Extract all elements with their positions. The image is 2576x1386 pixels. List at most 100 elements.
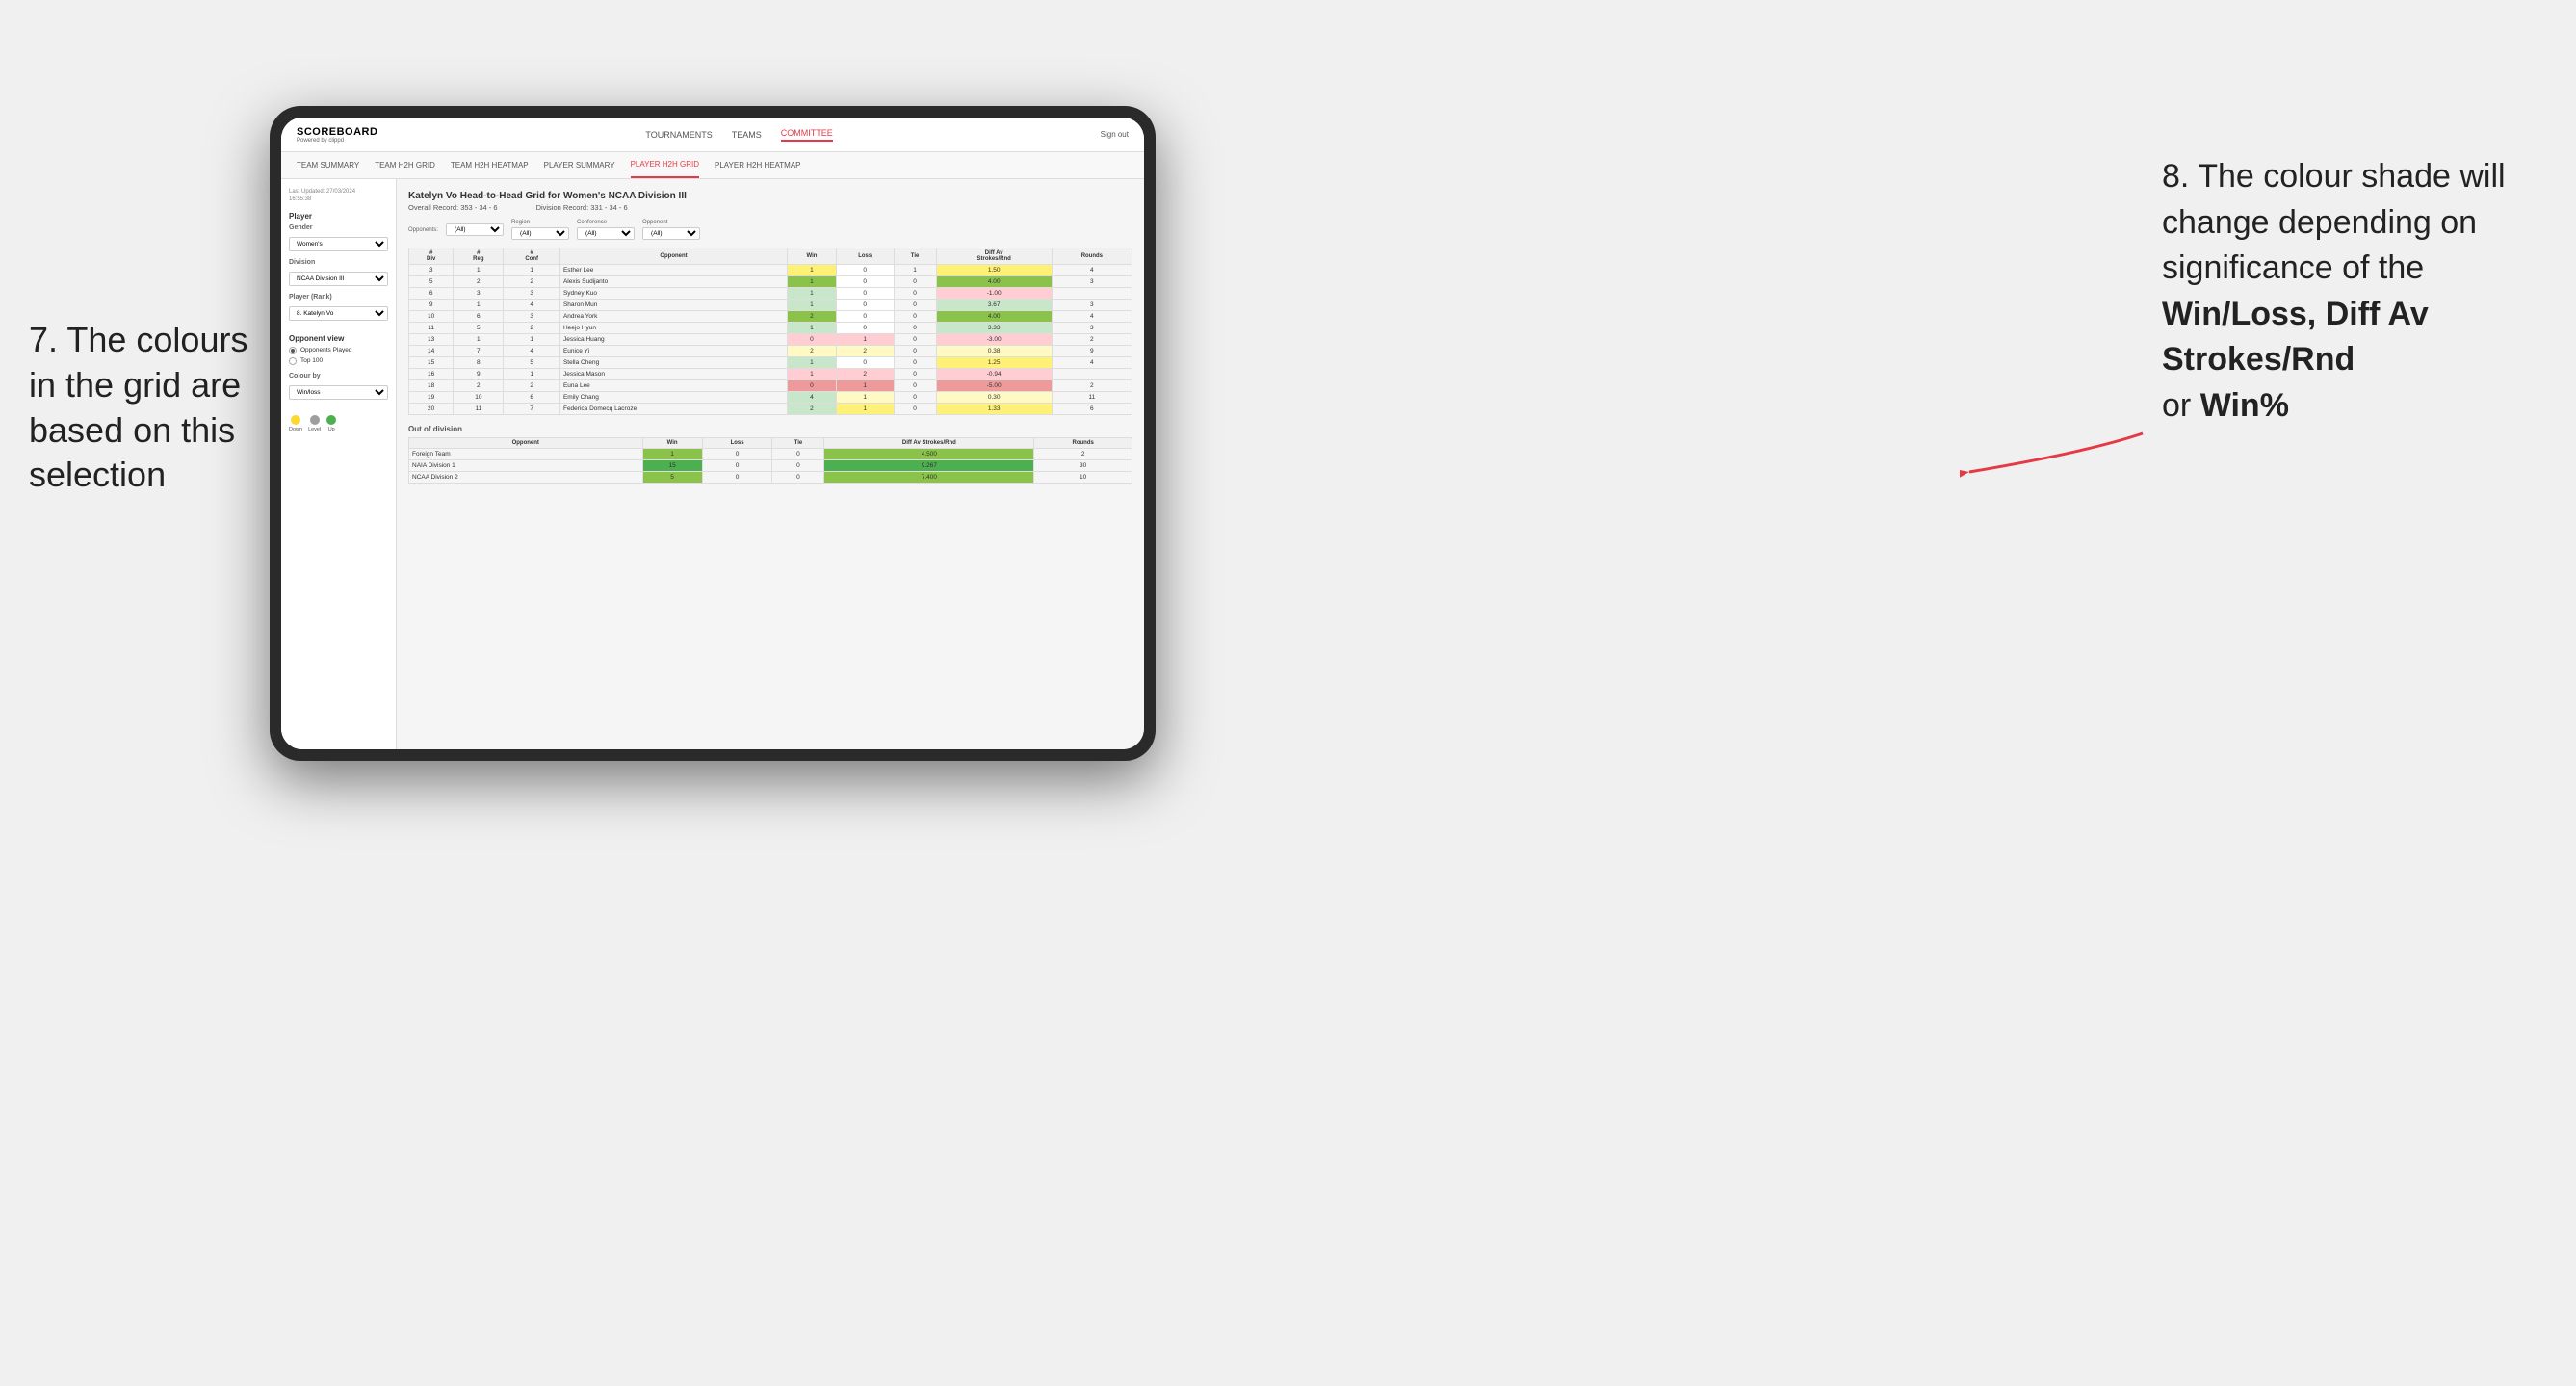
conference-filter-label: Conference xyxy=(577,220,635,225)
ood-col-tie: Tie xyxy=(772,438,824,449)
radio-top100[interactable]: Top 100 xyxy=(289,357,388,365)
player-rank-label: Player (Rank) xyxy=(289,294,388,301)
table-row: 10 6 3 Andrea York 2 0 0 4.00 4 xyxy=(409,311,1132,323)
table-row: 6 3 3 Sydney Kuo 1 0 0 -1.00 xyxy=(409,288,1132,300)
region-filter-group: Region (All) xyxy=(511,220,569,240)
sub-nav-team-h2h-grid[interactable]: TEAM H2H GRID xyxy=(375,152,435,178)
legend-down: Down xyxy=(289,415,302,432)
logo-text: SCOREBOARD xyxy=(297,126,377,138)
nav-teams[interactable]: TEAMS xyxy=(732,130,762,140)
region-filter-select[interactable]: (All) xyxy=(511,227,569,240)
out-of-division-title: Out of division xyxy=(408,425,1132,433)
region-filter-label: Region xyxy=(511,220,569,225)
table-row: 11 5 2 Heejo Hyun 1 0 0 3.33 3 xyxy=(409,323,1132,334)
annotation-right: 8. The colour shade will change dependin… xyxy=(2162,154,2528,430)
ood-col-win: Win xyxy=(642,438,702,449)
arrow-right-icon xyxy=(1960,414,2152,491)
app-header: SCOREBOARD Powered by clippd TOURNAMENTS… xyxy=(281,118,1144,152)
legend-dot-level xyxy=(310,415,320,425)
opponent-filter-label: Opponent xyxy=(642,220,700,225)
division-select[interactable]: NCAA Division III xyxy=(289,272,388,286)
legend-dot-up xyxy=(326,415,336,425)
sub-nav-player-h2h-heatmap[interactable]: PLAYER H2H HEATMAP xyxy=(715,152,801,178)
opponent-filter-select[interactable]: (All) xyxy=(642,227,700,240)
annotation-right-bold1: Win/Loss, xyxy=(2162,296,2316,332)
sign-out-link[interactable]: Sign out xyxy=(1101,130,1129,139)
list-item: NAIA Division 1 15 0 0 9.267 30 xyxy=(409,460,1132,472)
sub-nav: TEAM SUMMARY TEAM H2H GRID TEAM H2H HEAT… xyxy=(281,152,1144,179)
annotation-right-text: 8. The colour shade will change dependin… xyxy=(2162,158,2506,286)
opponents-filter-label: Opponents: xyxy=(408,227,438,233)
list-item: Foreign Team 1 0 0 4.500 2 xyxy=(409,449,1132,460)
table-row: 14 7 4 Eunice Yi 2 2 0 0.38 9 xyxy=(409,346,1132,357)
col-header-loss: Loss xyxy=(836,248,894,265)
content-area: Katelyn Vo Head-to-Head Grid for Women's… xyxy=(397,179,1144,749)
sub-nav-team-summary[interactable]: TEAM SUMMARY xyxy=(297,152,359,178)
legend-level: Level xyxy=(308,415,321,432)
conference-filter-group: Conference (All) xyxy=(577,220,635,240)
radio-dot-1 xyxy=(289,347,297,354)
table-row: 9 1 4 Sharon Mun 1 0 0 3.67 3 xyxy=(409,300,1132,311)
annotation-right-bold4: Win% xyxy=(2200,387,2289,424)
opponent-filter-group: Opponent (All) xyxy=(642,220,700,240)
record-line: Overall Record: 353 - 34 - 6 Division Re… xyxy=(408,203,1132,212)
table-row: 13 1 1 Jessica Huang 0 1 0 -3.00 2 xyxy=(409,334,1132,346)
radio-dot-2 xyxy=(289,357,297,365)
opponent-view-radio-group: Opponents Played Top 100 xyxy=(289,347,388,365)
annotation-left: 7. The colours in the grid are based on … xyxy=(29,318,260,498)
ood-col-diff: Diff Av Strokes/Rnd xyxy=(824,438,1034,449)
player-rank-select[interactable]: 8. Katelyn Vo xyxy=(289,306,388,321)
nav-items: TOURNAMENTS TEAMS COMMITTEE xyxy=(645,128,832,142)
nav-tournaments[interactable]: TOURNAMENTS xyxy=(645,130,712,140)
annotation-left-text: 7. The colours in the grid are based on … xyxy=(29,320,247,494)
col-header-tie: Tie xyxy=(894,248,936,265)
sub-nav-team-h2h-heatmap[interactable]: TEAM H2H HEATMAP xyxy=(451,152,529,178)
table-row: 16 9 1 Jessica Mason 1 2 0 -0.94 xyxy=(409,369,1132,380)
ood-col-rounds: Rounds xyxy=(1034,438,1132,449)
col-header-rounds: Rounds xyxy=(1052,248,1132,265)
ood-col-opponent: Opponent xyxy=(409,438,643,449)
nav-committee[interactable]: COMMITTEE xyxy=(781,128,833,142)
sub-nav-player-h2h-grid[interactable]: PLAYER H2H GRID xyxy=(631,152,699,178)
gender-select[interactable]: Women's xyxy=(289,237,388,251)
last-updated: Last Updated: 27/03/2024 16:55:38 xyxy=(289,189,388,204)
col-header-diff: Diff AvStrokes/Rnd xyxy=(936,248,1052,265)
tablet-screen: SCOREBOARD Powered by clippd TOURNAMENTS… xyxy=(281,118,1144,749)
colour-by-label: Colour by xyxy=(289,373,388,379)
conference-filter-select[interactable]: (All) xyxy=(577,227,635,240)
division-label: Division xyxy=(289,259,388,266)
list-item: NCAA Division 2 5 0 0 7.400 10 xyxy=(409,472,1132,484)
grid-title: Katelyn Vo Head-to-Head Grid for Women's… xyxy=(408,191,1132,201)
main-data-table: #Div #Reg #Conf Opponent Win Loss Tie Di… xyxy=(408,248,1132,415)
overall-record: Overall Record: 353 - 34 - 6 xyxy=(408,203,498,212)
legend-up: Up xyxy=(326,415,336,432)
colour-by-select[interactable]: Win/loss xyxy=(289,385,388,400)
annotation-right-bold3: or xyxy=(2162,387,2191,424)
division-record: Division Record: 331 - 34 - 6 xyxy=(536,203,628,212)
gender-label: Gender xyxy=(289,224,388,231)
col-header-div: #Div xyxy=(409,248,454,265)
player-section-title: Player xyxy=(289,212,388,221)
radio-opponents-played[interactable]: Opponents Played xyxy=(289,347,388,354)
logo-sub: Powered by clippd xyxy=(297,138,377,144)
col-header-conf: #Conf xyxy=(504,248,560,265)
tablet-device: SCOREBOARD Powered by clippd TOURNAMENTS… xyxy=(270,106,1156,761)
sub-nav-player-summary[interactable]: PLAYER SUMMARY xyxy=(544,152,615,178)
table-row: 3 1 1 Esther Lee 1 0 1 1.50 4 xyxy=(409,265,1132,276)
ood-col-loss: Loss xyxy=(702,438,772,449)
col-header-win: Win xyxy=(788,248,837,265)
opponents-filter-select[interactable]: (All) xyxy=(446,223,504,236)
header-right: Sign out xyxy=(1101,130,1129,139)
table-row: 18 2 2 Euna Lee 0 1 0 -5.00 2 xyxy=(409,380,1132,392)
sidebar: Last Updated: 27/03/2024 16:55:38 Player… xyxy=(281,179,397,749)
logo-area: SCOREBOARD Powered by clippd xyxy=(297,126,377,144)
table-row: 20 11 7 Federica Domecq Lacroze 2 1 0 1.… xyxy=(409,404,1132,415)
table-row: 19 10 6 Emily Chang 4 1 0 0.30 11 xyxy=(409,392,1132,404)
out-of-division-table: Opponent Win Loss Tie Diff Av Strokes/Rn… xyxy=(408,437,1132,484)
table-row: 5 2 2 Alexis Sudijanto 1 0 0 4.00 3 xyxy=(409,276,1132,288)
legend-dot-down xyxy=(291,415,300,425)
opponent-view-title: Opponent view xyxy=(289,334,388,343)
filter-row: Opponents: (All) Region (All) Conference… xyxy=(408,220,1132,240)
legend: Down Level Up xyxy=(289,415,388,432)
col-header-opponent: Opponent xyxy=(559,248,787,265)
